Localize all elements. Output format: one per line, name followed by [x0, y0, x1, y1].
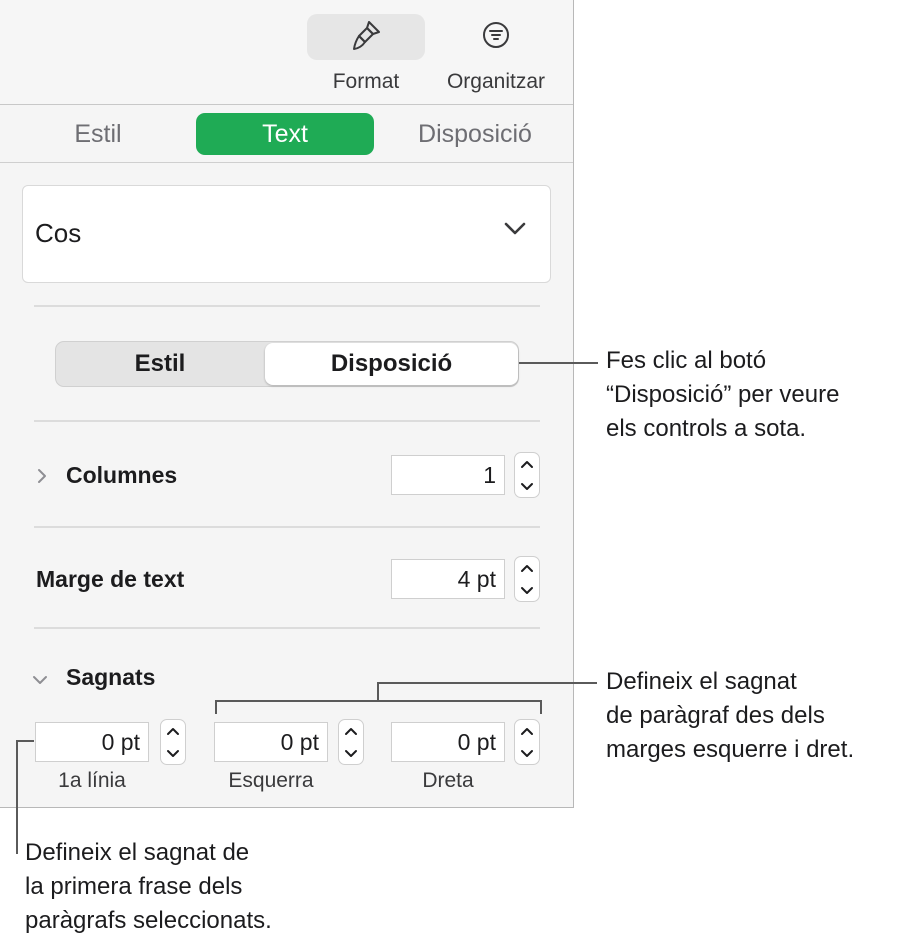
chevron-up-icon[interactable] — [515, 720, 539, 742]
first-line-indent-callout: Defineix el sagnat de la primera frase d… — [25, 836, 272, 938]
callout-line — [377, 682, 597, 684]
right-indent-label: Dreta — [422, 769, 474, 792]
segment-layout[interactable]: Disposició — [265, 343, 518, 385]
chevron-down-icon[interactable] — [515, 742, 539, 764]
left-indent-stepper[interactable] — [338, 719, 364, 765]
chevron-down-icon[interactable] — [161, 742, 185, 764]
tab-style[interactable]: Estil — [38, 113, 158, 155]
chevron-down-icon — [504, 222, 526, 241]
paintbrush-icon — [349, 18, 383, 57]
divider — [34, 526, 540, 528]
callout-line-text: Defineix el sagnat de — [25, 839, 250, 866]
divider — [34, 420, 540, 422]
right-indent-stepper[interactable] — [514, 719, 540, 765]
paragraph-style-value: Cos — [35, 218, 82, 248]
chevron-down-icon[interactable] — [32, 672, 48, 690]
inspector-toolbar: Format Organitzar — [0, 0, 573, 105]
callout-line-text: Fes clic al botó — [606, 347, 767, 374]
format-label: Format — [332, 70, 400, 93]
text-inset-field[interactable]: 4 pt — [391, 559, 505, 599]
callout-line-text: “Disposició” per veure — [606, 381, 840, 408]
organize-button[interactable] — [437, 14, 555, 60]
format-button[interactable] — [307, 14, 425, 60]
filter-lines-icon — [481, 20, 511, 55]
chevron-down-icon[interactable] — [515, 579, 539, 601]
margin-indent-callout: Defineix el sagnat de paràgraf des dels … — [606, 665, 854, 767]
indents-label: Sagnats — [66, 664, 156, 690]
left-indent-label: Esquerra — [228, 769, 314, 792]
first-line-indent-stepper[interactable] — [160, 719, 186, 765]
left-indent-field[interactable]: 0 pt — [214, 722, 328, 762]
chevron-up-icon[interactable] — [515, 453, 539, 475]
inspector-tabs: Estil Text Disposició — [0, 105, 573, 163]
organize-label: Organitzar — [446, 70, 546, 93]
callout-line — [16, 740, 34, 742]
callout-line — [16, 740, 18, 854]
first-line-label: 1a línia — [58, 769, 126, 792]
tab-layout[interactable]: Disposició — [400, 113, 550, 155]
columns-field[interactable]: 1 — [391, 455, 505, 495]
callout-line-text: de paràgraf des dels — [606, 702, 825, 729]
callout-line-text: la primera frase dels — [25, 873, 243, 900]
chevron-up-icon[interactable] — [339, 720, 363, 742]
callout-bracket — [215, 700, 217, 714]
callout-line-text: marges esquerre i dret. — [606, 736, 855, 763]
chevron-down-icon[interactable] — [339, 742, 363, 764]
callout-line-text: paràgrafs seleccionats. — [25, 907, 272, 934]
columns-stepper[interactable] — [514, 452, 540, 498]
columns-label: Columnes — [66, 462, 178, 488]
chevron-down-icon[interactable] — [515, 475, 539, 497]
divider — [34, 627, 540, 629]
chevron-up-icon[interactable] — [161, 720, 185, 742]
text-inset-stepper[interactable] — [514, 556, 540, 602]
layout-button-callout: Fes clic al botó “Disposició” per veure … — [606, 344, 839, 446]
segment-style[interactable]: Estil — [56, 342, 264, 386]
format-sidebar: Format Organitzar Estil Text Disposició … — [0, 0, 574, 808]
divider — [34, 305, 540, 307]
tab-text[interactable]: Text — [196, 113, 374, 155]
first-line-indent-field[interactable]: 0 pt — [35, 722, 149, 762]
callout-line — [519, 362, 598, 364]
paragraph-style-dropdown[interactable]: Cos — [22, 185, 551, 283]
callout-bracket — [540, 700, 542, 714]
callout-line-text: els controls a sota. — [606, 415, 807, 442]
right-indent-field[interactable]: 0 pt — [391, 722, 505, 762]
callout-line-text: Defineix el sagnat — [606, 668, 797, 695]
chevron-up-icon[interactable] — [515, 557, 539, 579]
style-layout-segmented-control: Estil Disposició — [55, 341, 519, 387]
text-inset-label: Marge de text — [36, 566, 185, 592]
callout-line — [377, 682, 379, 701]
chevron-right-icon[interactable] — [37, 468, 47, 489]
